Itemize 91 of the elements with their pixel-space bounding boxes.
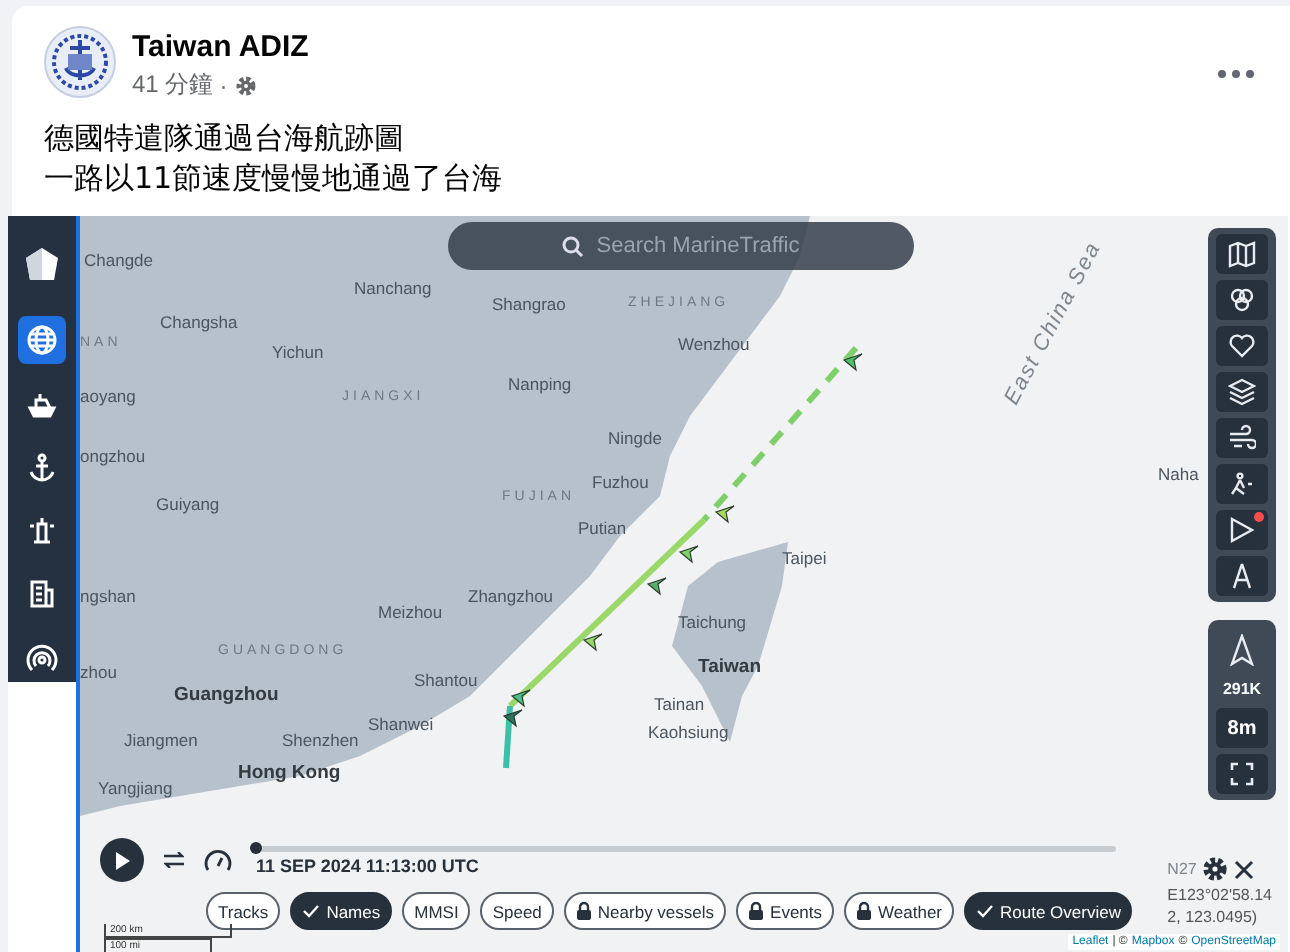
avatar-emblem-icon[interactable] <box>44 26 116 98</box>
filter-chip[interactable]: Events <box>736 892 835 930</box>
map-label: Yichun <box>272 342 324 362</box>
building-icon[interactable] <box>26 578 58 611</box>
play-button[interactable] <box>1216 510 1268 550</box>
map-label: Taiwan <box>698 656 761 678</box>
play-icon <box>1228 516 1256 544</box>
notification-dot <box>1254 512 1264 522</box>
wind-icon <box>1228 424 1256 452</box>
heart-button[interactable] <box>1216 326 1268 366</box>
filter-chip[interactable]: Speed <box>480 892 554 930</box>
map-label: Kaohsiung <box>648 722 729 742</box>
check-icon <box>976 904 995 918</box>
gear-icon <box>233 73 258 97</box>
filter-chip[interactable]: Nearby vessels <box>563 892 727 930</box>
map-label: ngshan <box>80 586 136 606</box>
map-label: Changsha <box>160 312 238 332</box>
settings-icon <box>1202 856 1229 882</box>
map-label: Meizhou <box>378 602 443 622</box>
map-label: Wenzhou <box>678 334 750 354</box>
lock-icon <box>575 902 592 920</box>
post-text: 一路以11節速度慢慢地通過了台海 <box>44 158 505 198</box>
decimal-coordinates: 2, 123.0495) <box>1167 908 1258 926</box>
gauge-icon <box>204 848 232 872</box>
map-label: Shanwei <box>368 714 434 734</box>
post-text: 德國特遣隊通過台海航跡圖 <box>44 118 406 158</box>
layers-icon <box>1228 378 1256 406</box>
map-icon <box>1228 240 1256 268</box>
map-label: aoyang <box>80 386 136 406</box>
map-label: Nanping <box>508 374 572 394</box>
filter-chip[interactable]: Weather <box>844 892 955 930</box>
filter-chip[interactable]: Tracks <box>206 892 281 930</box>
map-label: Taipei <box>782 548 827 568</box>
map-label: Tainan <box>654 694 705 714</box>
close-button[interactable] <box>1234 859 1255 879</box>
filter-chip[interactable]: Names <box>290 892 393 930</box>
search-icon <box>562 235 585 257</box>
settings-button[interactable] <box>1202 856 1229 882</box>
map-label: Hong Kong <box>238 762 341 784</box>
map-label: Changde <box>84 250 154 270</box>
map-label: Shantou <box>414 670 478 690</box>
filter-button[interactable] <box>1216 280 1268 320</box>
map-label: Putian <box>578 518 627 538</box>
map-label: Naha <box>1158 464 1199 484</box>
fullscreen-icon <box>1230 762 1254 786</box>
map-label: Nanchang <box>354 278 432 298</box>
signal-icon[interactable] <box>26 642 58 675</box>
longitude-text: E123°02'58.14 <box>1167 886 1272 904</box>
map-button[interactable] <box>1216 234 1268 274</box>
playback-time: 11 SEP 2024 11:13:00 UTC <box>256 855 481 875</box>
filter-icon <box>1228 286 1256 314</box>
heart-icon <box>1228 332 1256 360</box>
more-icon <box>1218 70 1254 78</box>
map-label: zhou <box>80 662 117 682</box>
play-icon <box>114 851 130 869</box>
map-label: Guangzhou <box>174 684 279 706</box>
map-label: Shenzhen <box>282 730 359 750</box>
anchor-icon[interactable] <box>26 451 58 483</box>
map-label: Shangrao <box>492 294 566 314</box>
pentagon-logo-icon[interactable] <box>24 245 60 282</box>
map-label: ongzhou <box>80 446 146 466</box>
latitude-text: N27 <box>1167 860 1197 878</box>
lock-icon <box>748 902 765 920</box>
separator: · <box>219 71 228 99</box>
close-icon <box>1234 859 1255 879</box>
check-icon <box>302 904 321 918</box>
author-name[interactable]: Taiwan ADIZ <box>132 30 1194 64</box>
swap-arrows-icon <box>164 852 184 868</box>
map-label: Ningde <box>608 428 662 448</box>
globe-icon[interactable] <box>26 323 58 356</box>
map-label: Jiangmen <box>124 730 198 750</box>
post-time[interactable]: 41 分鐘 <box>132 68 214 102</box>
speed-button[interactable] <box>204 848 232 872</box>
zoom-level-button[interactable]: 8m <box>1216 708 1268 748</box>
map-label: Guiyang <box>156 494 220 514</box>
layers-button[interactable] <box>1216 372 1268 412</box>
swap-button[interactable] <box>164 852 184 868</box>
lighthouse-icon[interactable] <box>26 514 58 547</box>
map-label: Taichung <box>678 612 747 632</box>
search-placeholder: Search MarineTraffic <box>596 234 800 258</box>
filter-chip[interactable]: MMSI <box>402 892 471 930</box>
timeline-track[interactable] <box>256 845 1116 851</box>
filter-chip[interactable]: Route Overview <box>964 892 1133 930</box>
lock-icon <box>856 902 873 920</box>
wind-button[interactable] <box>1216 418 1268 458</box>
map-label: Zhangzhou <box>468 586 554 606</box>
scale-reading: 291K <box>1222 678 1262 702</box>
map-label: Fuzhou <box>592 472 649 492</box>
fullscreen-button[interactable] <box>1216 754 1268 794</box>
north-arrow-icon[interactable] <box>1228 634 1256 666</box>
map-label: Yangjiang <box>98 778 173 798</box>
